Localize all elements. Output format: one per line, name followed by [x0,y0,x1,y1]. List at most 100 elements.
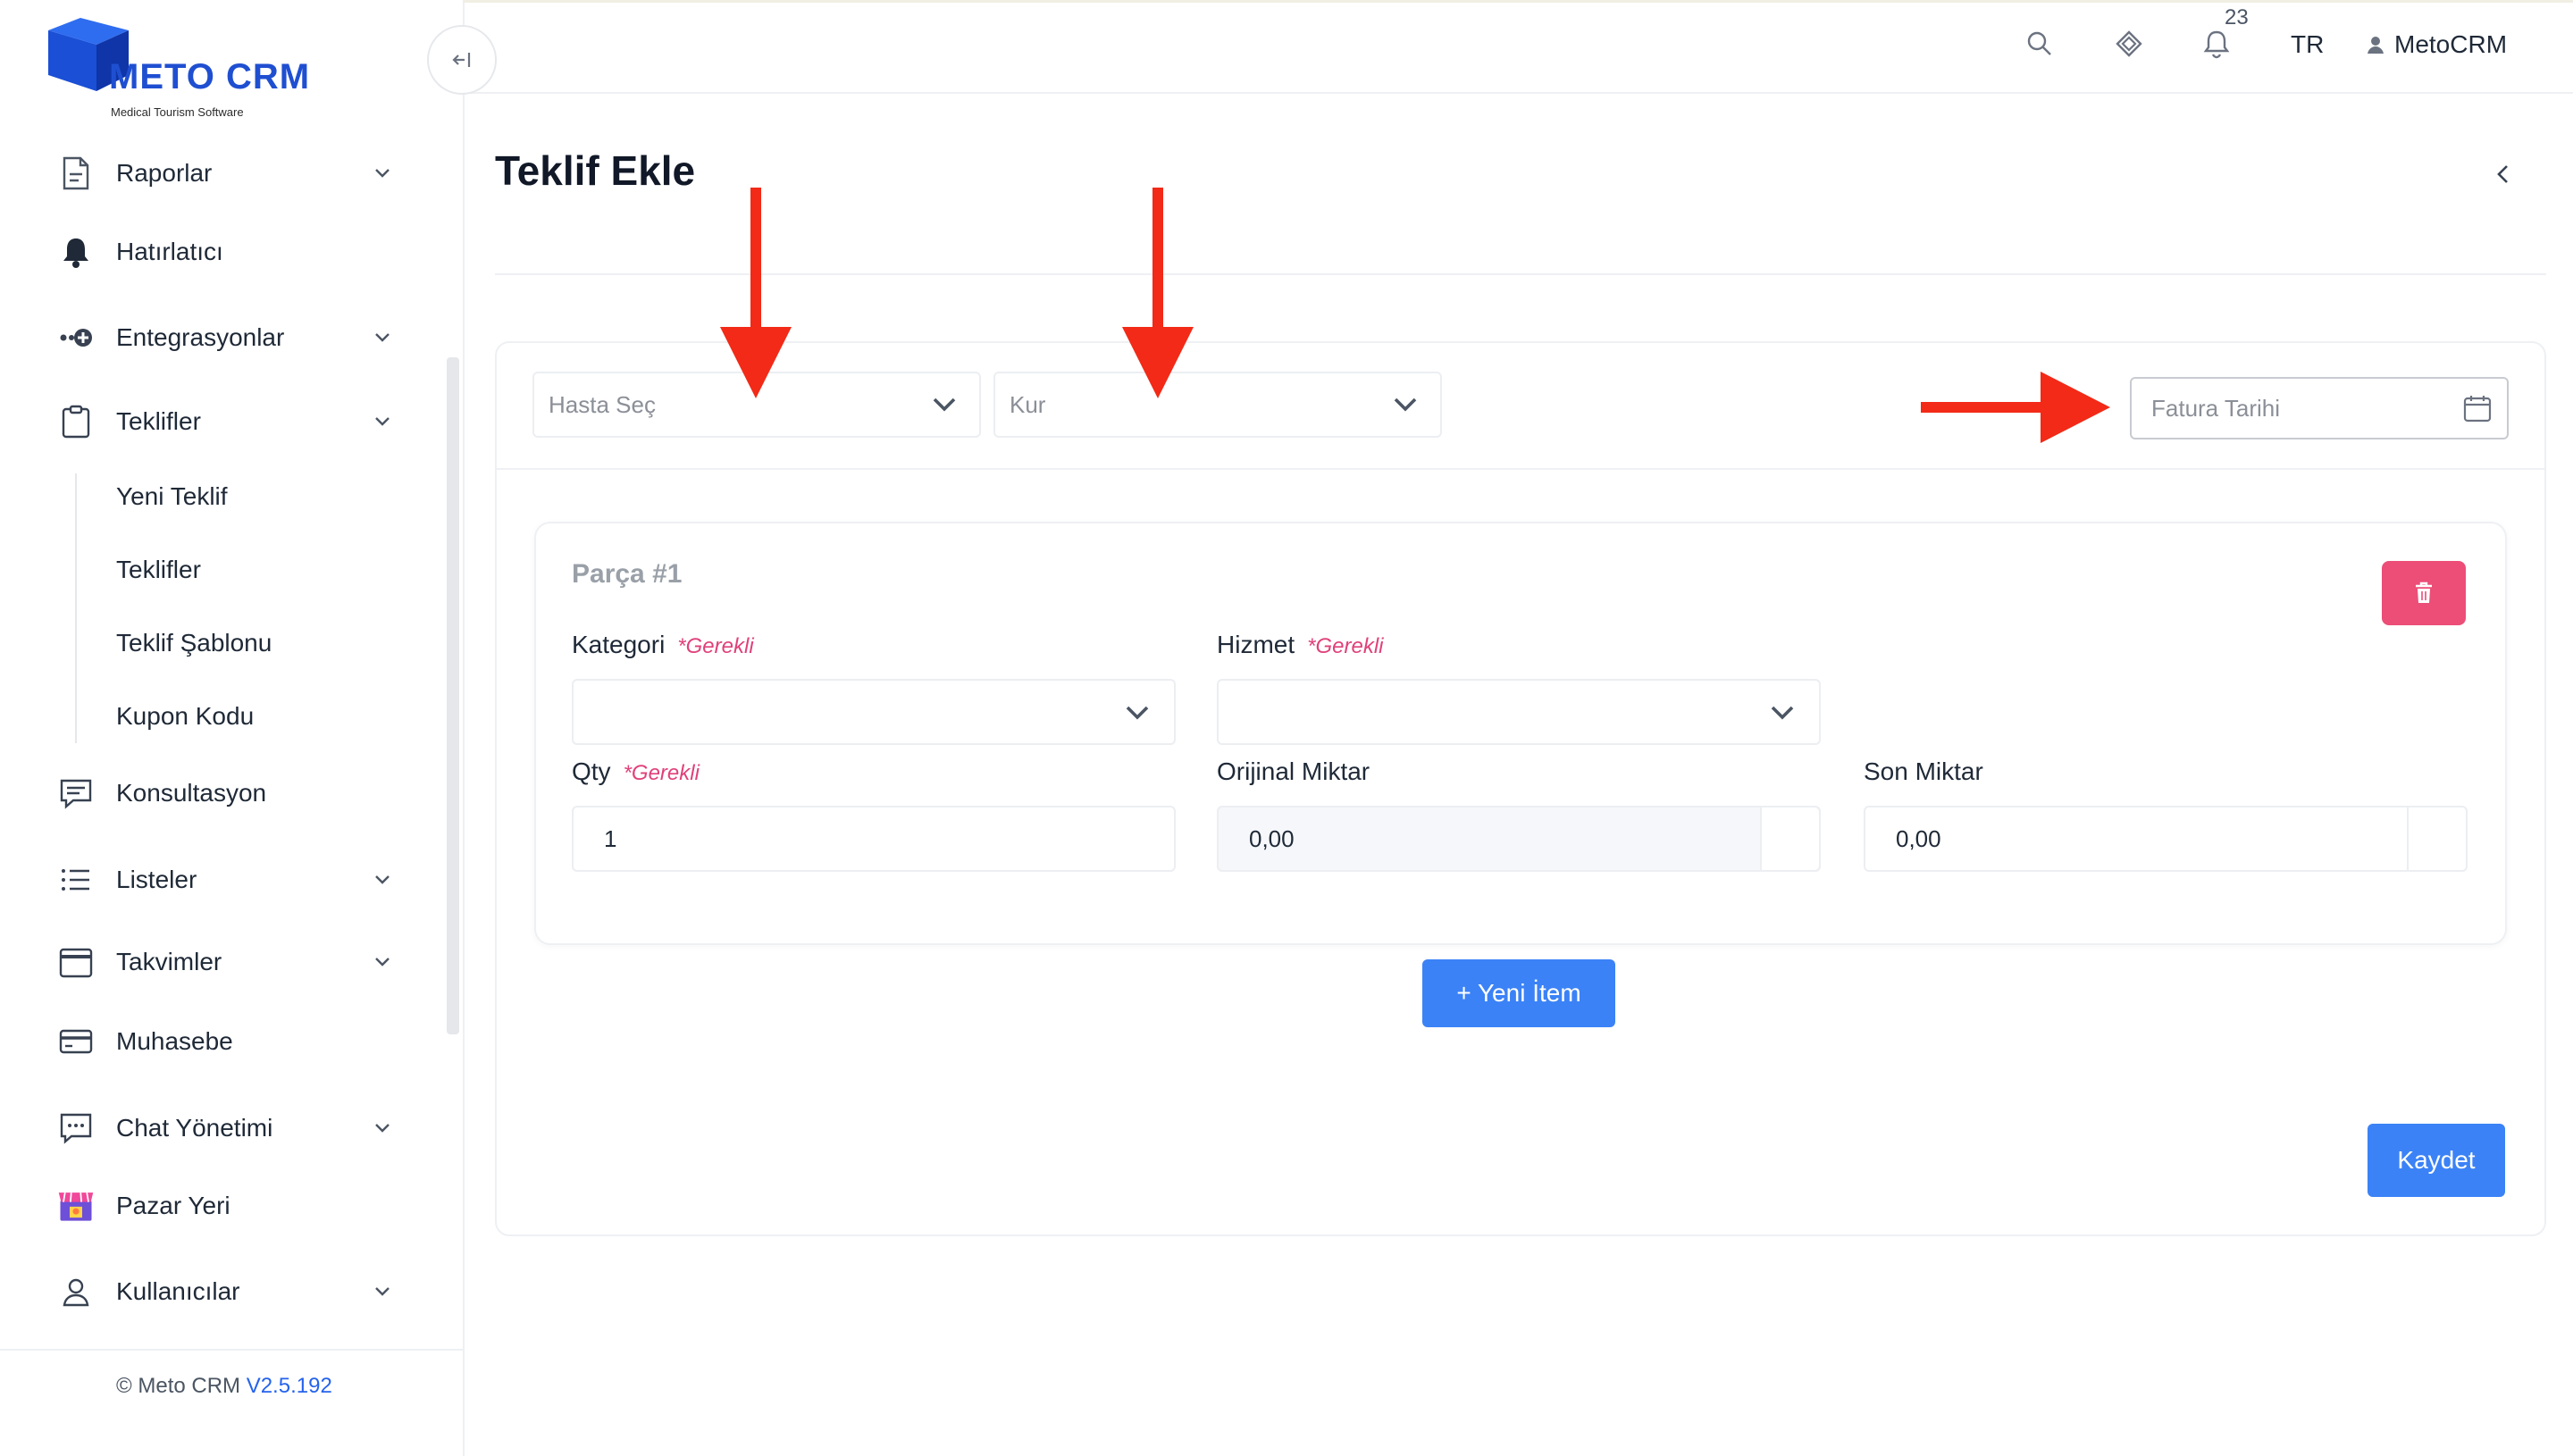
diamond-grid-icon [2116,30,2142,57]
son-miktar-input[interactable]: 0,00 [1864,806,2468,872]
notifications-button[interactable] [2200,27,2234,61]
sidebar-subitem-yeni-teklif[interactable]: Yeni Teklif [116,482,228,511]
sidebar-item-label: Listeler [116,866,197,893]
bell-icon [57,233,95,271]
chevron-down-icon [375,1287,390,1296]
user-menu[interactable]: MetoCRM [2366,30,2507,59]
chat-dots-icon [57,1109,95,1147]
sidebar-footer: © Meto CRM V2.5.192 [116,1374,332,1399]
qty-input[interactable]: 1 [572,806,1176,872]
page-title: Teklif Ekle [495,147,696,194]
chevron-down-icon [375,1124,390,1133]
required-marker: *Gerekli [623,761,700,785]
footer-copyright: © Meto CRM [116,1374,241,1398]
sidebar-item-label: Pazar Yeri [116,1192,230,1219]
required-marker: *Gerekli [1307,634,1384,658]
delete-part-button[interactable] [2382,561,2466,625]
sidebar-subitem-teklifler[interactable]: Teklifler [116,556,201,584]
sidebar-item-hatirlatici[interactable]: Hatırlatıcı [57,225,393,279]
save-button[interactable]: Kaydet [2368,1124,2505,1197]
new-item-button[interactable]: + Yeni İtem [1422,959,1615,1027]
invoice-date-input[interactable]: Fatura Tarihi [2130,377,2509,439]
sidebar-item-muhasebe[interactable]: Muhasebe [57,1015,393,1068]
hizmet-select[interactable] [1217,679,1821,745]
hizmet-label-text: Hizmet [1217,631,1295,658]
kategori-label: Kategori *Gerekli [572,631,754,659]
chevron-down-icon [375,875,390,884]
search-icon [2027,31,2051,55]
qty-value: 1 [604,824,617,852]
chevron-down-icon [1394,397,1417,412]
trash-icon [2416,582,2432,603]
annotation-arrow-down [1122,188,1194,398]
sidebar-item-raporlar[interactable]: Raporlar [57,146,393,200]
orijinal-miktar-value: 0,00 [1249,824,1295,852]
clipboard-icon [57,403,95,440]
sidebar-item-label: Raporlar [116,159,213,187]
list-icon [57,861,95,899]
sidebar-item-pazar-yeri[interactable]: Pazar Yeri [57,1179,393,1233]
sidebar-item-takvimler[interactable]: Takvimler [57,935,393,989]
currency-select-placeholder: Kur [1010,390,1046,418]
sidebar-divider [0,1349,463,1351]
back-chevron-icon[interactable] [2493,161,2514,188]
calendar-icon [2463,396,2492,423]
annotation-arrow-down [720,188,792,398]
sidebar-item-label: Teklifler [116,407,201,435]
sidebar-item-label: Hatırlatıcı [116,238,223,265]
user-icon [2368,37,2384,54]
logo[interactable]: METO CRM Medical Tourism Software [48,16,316,119]
chevron-down-icon [933,397,956,412]
sidebar-subitem-teklif-sablonu[interactable]: Teklif Şablonu [116,629,272,657]
kategori-select[interactable] [572,679,1176,745]
orijinal-miktar-input[interactable]: 0,00 [1217,806,1821,872]
sidebar-item-kullanicilar[interactable]: Kullanıcılar [57,1265,393,1318]
sidebar-item-label: Kullanıcılar [116,1277,240,1305]
document-icon [57,155,95,192]
user-icon [57,1273,95,1310]
sidebar-scrollbar[interactable] [447,357,459,1034]
sidebar-item-listeler[interactable]: Listeler [57,853,393,907]
sidebar-item-label: Konsultasyon [116,779,267,807]
annotation-arrow-right [1921,372,2110,443]
store-icon [57,1187,95,1225]
qty-label: Qty *Gerekli [572,757,700,786]
sidebar-item-label: Chat Yönetimi [116,1114,273,1142]
hizmet-label: Hizmet *Gerekli [1217,631,1383,659]
sidebar-item-konsultasyon[interactable]: Konsultasyon [57,766,393,820]
apps-button[interactable] [2112,27,2146,61]
title-divider [495,273,2546,275]
topbar [463,0,2573,94]
calendar-icon [57,943,95,981]
sidebar-item-entegrasyonlar[interactable]: Entegrasyonlar [57,311,393,364]
chevron-down-icon [375,169,390,178]
kategori-label-text: Kategori [572,631,666,658]
input-addon [1760,807,1819,870]
notification-count: 23 [2225,5,2249,29]
invoice-date-placeholder: Fatura Tarihi [2151,394,2281,422]
collapse-left-icon [452,53,471,67]
required-marker: *Gerekli [677,634,754,658]
son-miktar-value: 0,00 [1896,824,1941,852]
sidebar-item-chat-yonetimi[interactable]: Chat Yönetimi [57,1101,393,1155]
search-button[interactable] [2023,27,2057,61]
integration-icon [57,319,95,356]
chevron-down-icon [1126,706,1149,720]
chevron-down-icon [375,958,390,966]
part-title: Parça #1 [572,559,683,589]
orijinal-miktar-label: Orijinal Miktar [1217,757,1370,785]
chat-message-icon [57,774,95,812]
sidebar-item-teklifler[interactable]: Teklifler [57,395,393,448]
sidebar-item-label: Muhasebe [116,1027,233,1055]
son-miktar-label: Son Miktar [1864,757,1983,785]
footer-version[interactable]: V2.5.192 [247,1374,332,1398]
chevron-down-icon [1771,706,1794,720]
sidebar-item-label: Entegrasyonlar [116,323,285,351]
chevron-down-icon [375,333,390,342]
currency-select[interactable]: Kur [993,372,1442,438]
language-selector[interactable]: TR [2291,30,2324,59]
qty-label-text: Qty [572,757,611,785]
collapse-sidebar-button[interactable] [427,25,497,95]
brand-tagline: Medical Tourism Software [111,105,244,119]
sidebar-subitem-kupon-kodu[interactable]: Kupon Kodu [116,702,254,731]
